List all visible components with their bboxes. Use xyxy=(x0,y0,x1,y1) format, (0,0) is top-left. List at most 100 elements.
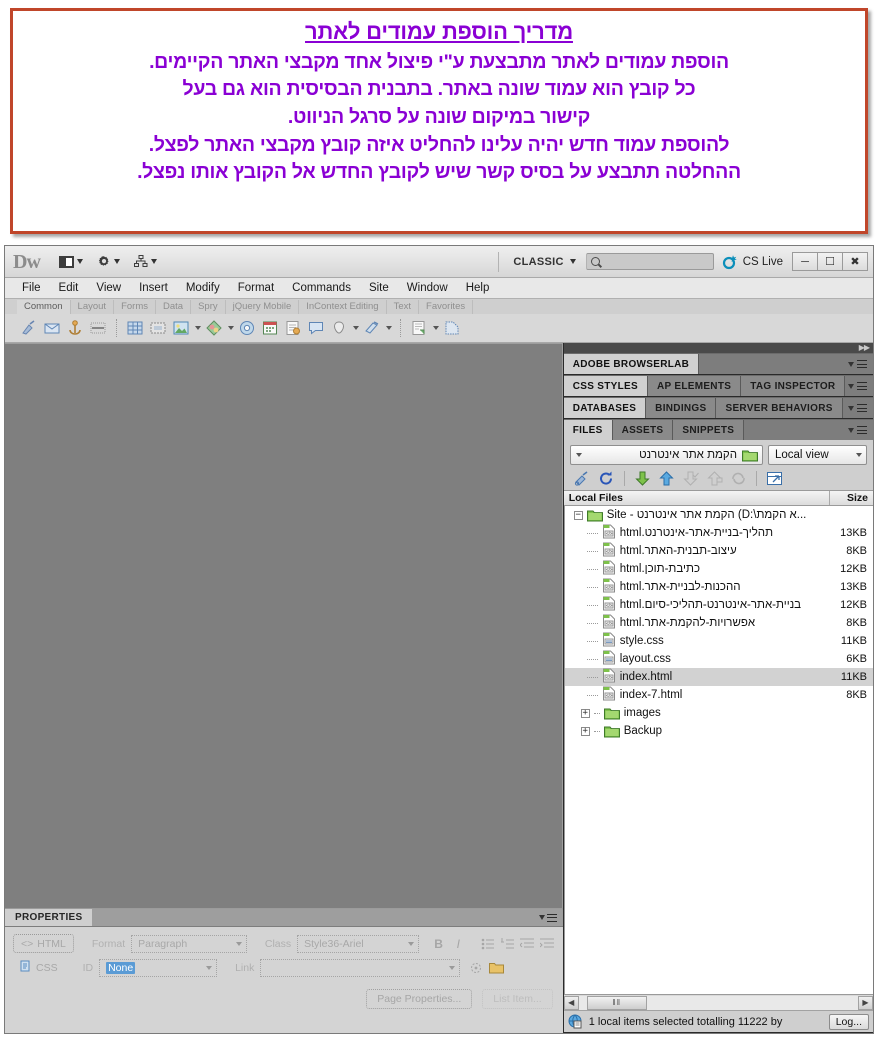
close-button[interactable]: ✖ xyxy=(842,252,868,271)
insert-tab-common[interactable]: Common xyxy=(17,300,71,314)
collapse-twisty-icon[interactable]: − xyxy=(573,510,583,520)
images-icon[interactable] xyxy=(171,318,191,338)
refresh-icon[interactable] xyxy=(598,470,615,487)
tab-tag-inspector[interactable]: TAG INSPECTOR xyxy=(741,376,846,396)
table-row[interactable]: </> אפשרויות-להקמת-אתר.html 8KB xyxy=(565,614,873,632)
column-header-local-files[interactable]: Local Files xyxy=(564,492,829,504)
panel-menu-button[interactable] xyxy=(845,376,873,396)
insert-tab-data[interactable]: Data xyxy=(156,300,192,314)
menu-modify[interactable]: Modify xyxy=(177,280,229,296)
table-row[interactable]: </> תהליך-בניית-אתר-אינטרנט.html 13KB xyxy=(565,524,873,542)
menu-commands[interactable]: Commands xyxy=(283,280,360,296)
menu-site[interactable]: Site xyxy=(360,280,398,296)
log-button[interactable]: Log... xyxy=(828,1013,869,1030)
insert-tab-forms[interactable]: Forms xyxy=(114,300,156,314)
table-row[interactable]: </> ההכנות-לבניית-אתר.html 13KB xyxy=(565,578,873,596)
class-select[interactable]: Style36-Ariel xyxy=(297,934,419,953)
restore-button[interactable]: ☐ xyxy=(817,252,843,271)
chevron-down-icon[interactable] xyxy=(353,326,359,330)
layout-view-button[interactable] xyxy=(54,254,88,270)
table-row[interactable]: </> index-7.html 8KB xyxy=(565,686,873,704)
named-anchor-icon[interactable] xyxy=(65,318,85,338)
table-row[interactable]: + Backup xyxy=(565,722,873,740)
widget-icon[interactable] xyxy=(237,318,257,338)
extend-settings-button[interactable] xyxy=(92,253,125,271)
hyperlink-icon[interactable] xyxy=(19,318,39,338)
table-row-selected[interactable]: </> index.html 11KB xyxy=(564,668,873,686)
document-canvas[interactable] xyxy=(5,343,563,908)
table-icon[interactable] xyxy=(125,318,145,338)
menu-view[interactable]: View xyxy=(87,280,130,296)
point-to-file-icon[interactable] xyxy=(468,960,484,976)
view-select[interactable]: Local view xyxy=(768,445,867,465)
file-tree[interactable]: − Site - הקמת אתר אינטרנט (D:\א הקמת... xyxy=(563,506,873,994)
put-files-icon[interactable] xyxy=(658,470,675,487)
table-row[interactable]: </> בניית-אתר-אינטרנט-תהליכי-סיום.html 1… xyxy=(565,596,873,614)
site-select[interactable]: הקמת אתר אינטרנט xyxy=(569,445,763,465)
page-properties-button[interactable]: Page Properties... xyxy=(366,989,473,1009)
tab-bindings[interactable]: BINDINGS xyxy=(646,398,717,418)
templates-icon[interactable] xyxy=(409,318,429,338)
expand-twisty-icon[interactable]: + xyxy=(580,726,590,736)
media-icon[interactable] xyxy=(204,318,224,338)
scrollbar-thumb[interactable]: ‖‖ xyxy=(586,995,647,1010)
insert-tab-text[interactable]: Text xyxy=(387,300,420,314)
insert-tab-spry[interactable]: Spry xyxy=(191,300,226,314)
panel-menu-button[interactable] xyxy=(699,354,873,374)
menu-help[interactable]: Help xyxy=(457,280,499,296)
table-row[interactable]: style.css 11KB xyxy=(565,632,873,650)
chevron-down-icon[interactable] xyxy=(386,326,392,330)
properties-panel-menu-button[interactable] xyxy=(538,909,563,926)
format-select[interactable]: Paragraph xyxy=(131,934,247,953)
tag-chooser-icon[interactable] xyxy=(442,318,462,338)
check-in-icon[interactable] xyxy=(706,470,723,487)
tab-files[interactable]: FILES xyxy=(563,420,613,440)
column-header-size[interactable]: Size xyxy=(829,491,873,505)
bold-icon[interactable]: B xyxy=(431,936,447,952)
outdent-icon[interactable] xyxy=(519,936,535,952)
dock-collapse-button[interactable]: ▶▶ xyxy=(563,343,873,353)
minimize-button[interactable]: ─ xyxy=(792,252,818,271)
insert-tab-favorites[interactable]: Favorites xyxy=(419,300,474,314)
table-row[interactable]: </> כתיבת-תוכן.html 12KB xyxy=(565,560,873,578)
connect-to-remote-host-icon[interactable] xyxy=(574,470,591,487)
cs-live-button[interactable]: CS Live xyxy=(722,254,783,270)
horizontal-scrollbar[interactable]: ◀ ‖‖ ▶ xyxy=(563,994,873,1010)
tab-snippets[interactable]: SNIPPETS xyxy=(673,420,745,440)
panel-menu-button[interactable] xyxy=(744,420,873,440)
expand-files-panel-icon[interactable] xyxy=(766,470,783,487)
menu-edit[interactable]: Edit xyxy=(50,280,88,296)
search-field[interactable] xyxy=(585,253,714,270)
check-out-icon[interactable] xyxy=(682,470,699,487)
tab-css-styles[interactable]: CSS STYLES xyxy=(563,376,648,396)
ordered-list-icon[interactable] xyxy=(500,936,516,952)
chevron-down-icon[interactable] xyxy=(195,326,201,330)
insert-div-tag-icon[interactable] xyxy=(148,318,168,338)
head-tags-icon[interactable] xyxy=(329,318,349,338)
list-item-button[interactable]: List Item... xyxy=(482,989,553,1009)
menu-format[interactable]: Format xyxy=(229,280,283,296)
synchronize-icon[interactable] xyxy=(730,470,747,487)
date-icon[interactable] xyxy=(260,318,280,338)
tab-databases[interactable]: DATABASES xyxy=(563,398,647,418)
comment-icon[interactable] xyxy=(306,318,326,338)
scroll-right-arrow-icon[interactable]: ▶ xyxy=(858,995,873,1010)
expand-twisty-icon[interactable]: + xyxy=(580,708,590,718)
email-link-icon[interactable] xyxy=(42,318,62,338)
menu-window[interactable]: Window xyxy=(398,280,457,296)
table-row[interactable]: </> עיצוב-תבנית-האתר.html 8KB xyxy=(565,542,873,560)
id-select[interactable]: None xyxy=(99,958,218,977)
properties-tab[interactable]: PROPERTIES xyxy=(5,909,93,926)
file-tree-root-row[interactable]: − Site - הקמת אתר אינטרנט (D:\א הקמת... xyxy=(565,506,873,524)
tab-assets[interactable]: ASSETS xyxy=(612,420,674,440)
table-row[interactable]: + images xyxy=(565,704,873,722)
get-files-icon[interactable] xyxy=(634,470,651,487)
chevron-down-icon[interactable] xyxy=(228,326,234,330)
scrollbar-track[interactable]: ‖‖ xyxy=(578,995,858,1010)
table-row[interactable]: layout.css 6KB xyxy=(565,650,873,668)
site-management-button[interactable] xyxy=(129,253,162,270)
tab-ap-elements[interactable]: AP ELEMENTS xyxy=(647,376,742,396)
insert-tab-layout[interactable]: Layout xyxy=(71,300,115,314)
insert-tab-incontext[interactable]: InContext Editing xyxy=(299,300,387,314)
menu-file[interactable]: File xyxy=(13,280,50,296)
